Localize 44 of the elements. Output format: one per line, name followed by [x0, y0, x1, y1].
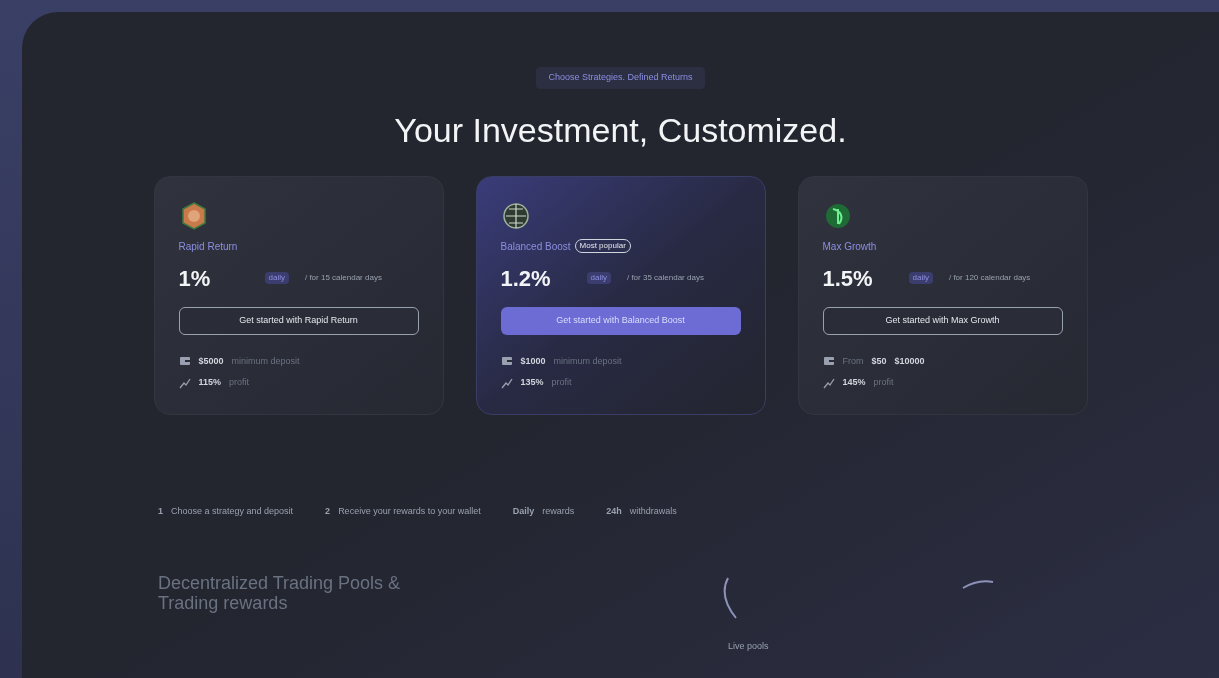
- get-started-button[interactable]: Get started with Max Growth: [822, 306, 1063, 335]
- stat-value: Daily: [512, 504, 535, 518]
- daily-tag: daily: [586, 272, 611, 284]
- profit-value: 145%: [842, 376, 866, 389]
- deposit-amount: $50: [871, 354, 887, 368]
- daily-tag: daily: [908, 272, 933, 284]
- step-text: Choose a strategy and deposit: [171, 504, 294, 518]
- rate-value: 1.5%: [822, 264, 874, 293]
- profit-value: 135%: [520, 376, 544, 389]
- section-title: Decentralized Trading Pools & Trading rewards: [158, 573, 402, 613]
- plan-name: Balanced Boost: [500, 239, 571, 254]
- deposit-label: minimum deposit: [231, 354, 300, 368]
- profit-label: profit: [873, 376, 894, 389]
- graphic-caption: Live pools: [728, 640, 769, 653]
- globe-icon: [500, 200, 531, 231]
- daily-tag: daily: [264, 272, 289, 284]
- deposit-prefix: From: [842, 354, 864, 368]
- plan-name: Max Growth: [822, 239, 877, 254]
- rate-value: 1.2%: [500, 264, 552, 293]
- profit-value: 115%: [198, 376, 222, 389]
- stat-label: withdrawals: [629, 504, 677, 518]
- rate-value: 1%: [178, 264, 212, 293]
- deposit-label: minimum deposit: [553, 354, 622, 368]
- step-number: 1: [158, 504, 163, 518]
- period-text: / for 15 calendar days: [304, 272, 382, 284]
- profit-label: profit: [229, 376, 250, 389]
- stat-value: 24h: [606, 504, 622, 518]
- deposit-amount: $1000: [520, 354, 546, 368]
- get-started-button[interactable]: Get started with Balanced Boost: [500, 306, 741, 335]
- tagline-pill: Choose Strategies. Defined Returns: [536, 67, 705, 89]
- page-title: Your Investment, Customized.: [394, 109, 847, 151]
- plan-name: Rapid Return: [178, 239, 238, 254]
- profit-label: profit: [551, 376, 572, 389]
- trend-icon: [822, 376, 835, 389]
- step-number: 2: [325, 504, 331, 518]
- step-text: Receive your rewards to your wallet: [338, 504, 481, 518]
- trend-icon: [178, 376, 191, 389]
- get-started-button[interactable]: Get started with Rapid Return: [178, 306, 419, 335]
- trend-icon: [500, 376, 513, 389]
- deposit-amount: $5000: [198, 354, 224, 368]
- period-text: / for 120 calendar days: [948, 272, 1031, 284]
- stat-label: rewards: [542, 504, 575, 518]
- period-text: / for 35 calendar days: [626, 272, 704, 284]
- deposit-max: $10000: [894, 354, 925, 368]
